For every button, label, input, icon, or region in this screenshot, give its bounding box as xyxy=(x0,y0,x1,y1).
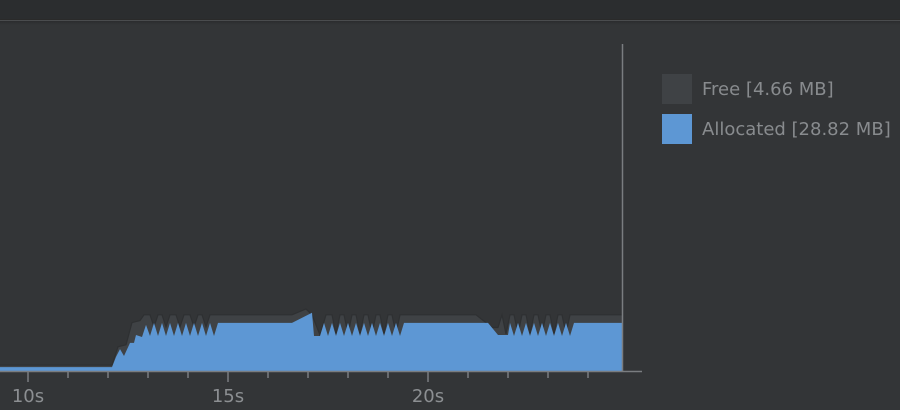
memory-chart: 10s 15s 20s xyxy=(0,44,642,407)
memory-monitor: 10s 15s 20s Free [4.66 MB] Allocated [28.8… xyxy=(0,0,900,410)
legend-label-free: Free [4.66 MB] xyxy=(702,78,834,100)
chart-areas xyxy=(0,308,622,371)
legend-item-allocated: Allocated [28.82 MB] xyxy=(662,114,891,144)
allocated-swatch xyxy=(662,114,692,144)
chart-ticks: 10s 15s 20s xyxy=(12,371,589,407)
x-tick-label: 15s xyxy=(212,386,244,407)
free-swatch xyxy=(662,74,692,104)
legend-item-free: Free [4.66 MB] xyxy=(662,74,891,104)
x-tick-label: 20s xyxy=(412,386,444,407)
area-allocated xyxy=(0,312,622,371)
legend-label-allocated: Allocated [28.82 MB] xyxy=(702,118,891,140)
chart-legend: Free [4.66 MB] Allocated [28.82 MB] xyxy=(662,74,891,154)
x-tick-label: 10s xyxy=(12,386,44,407)
